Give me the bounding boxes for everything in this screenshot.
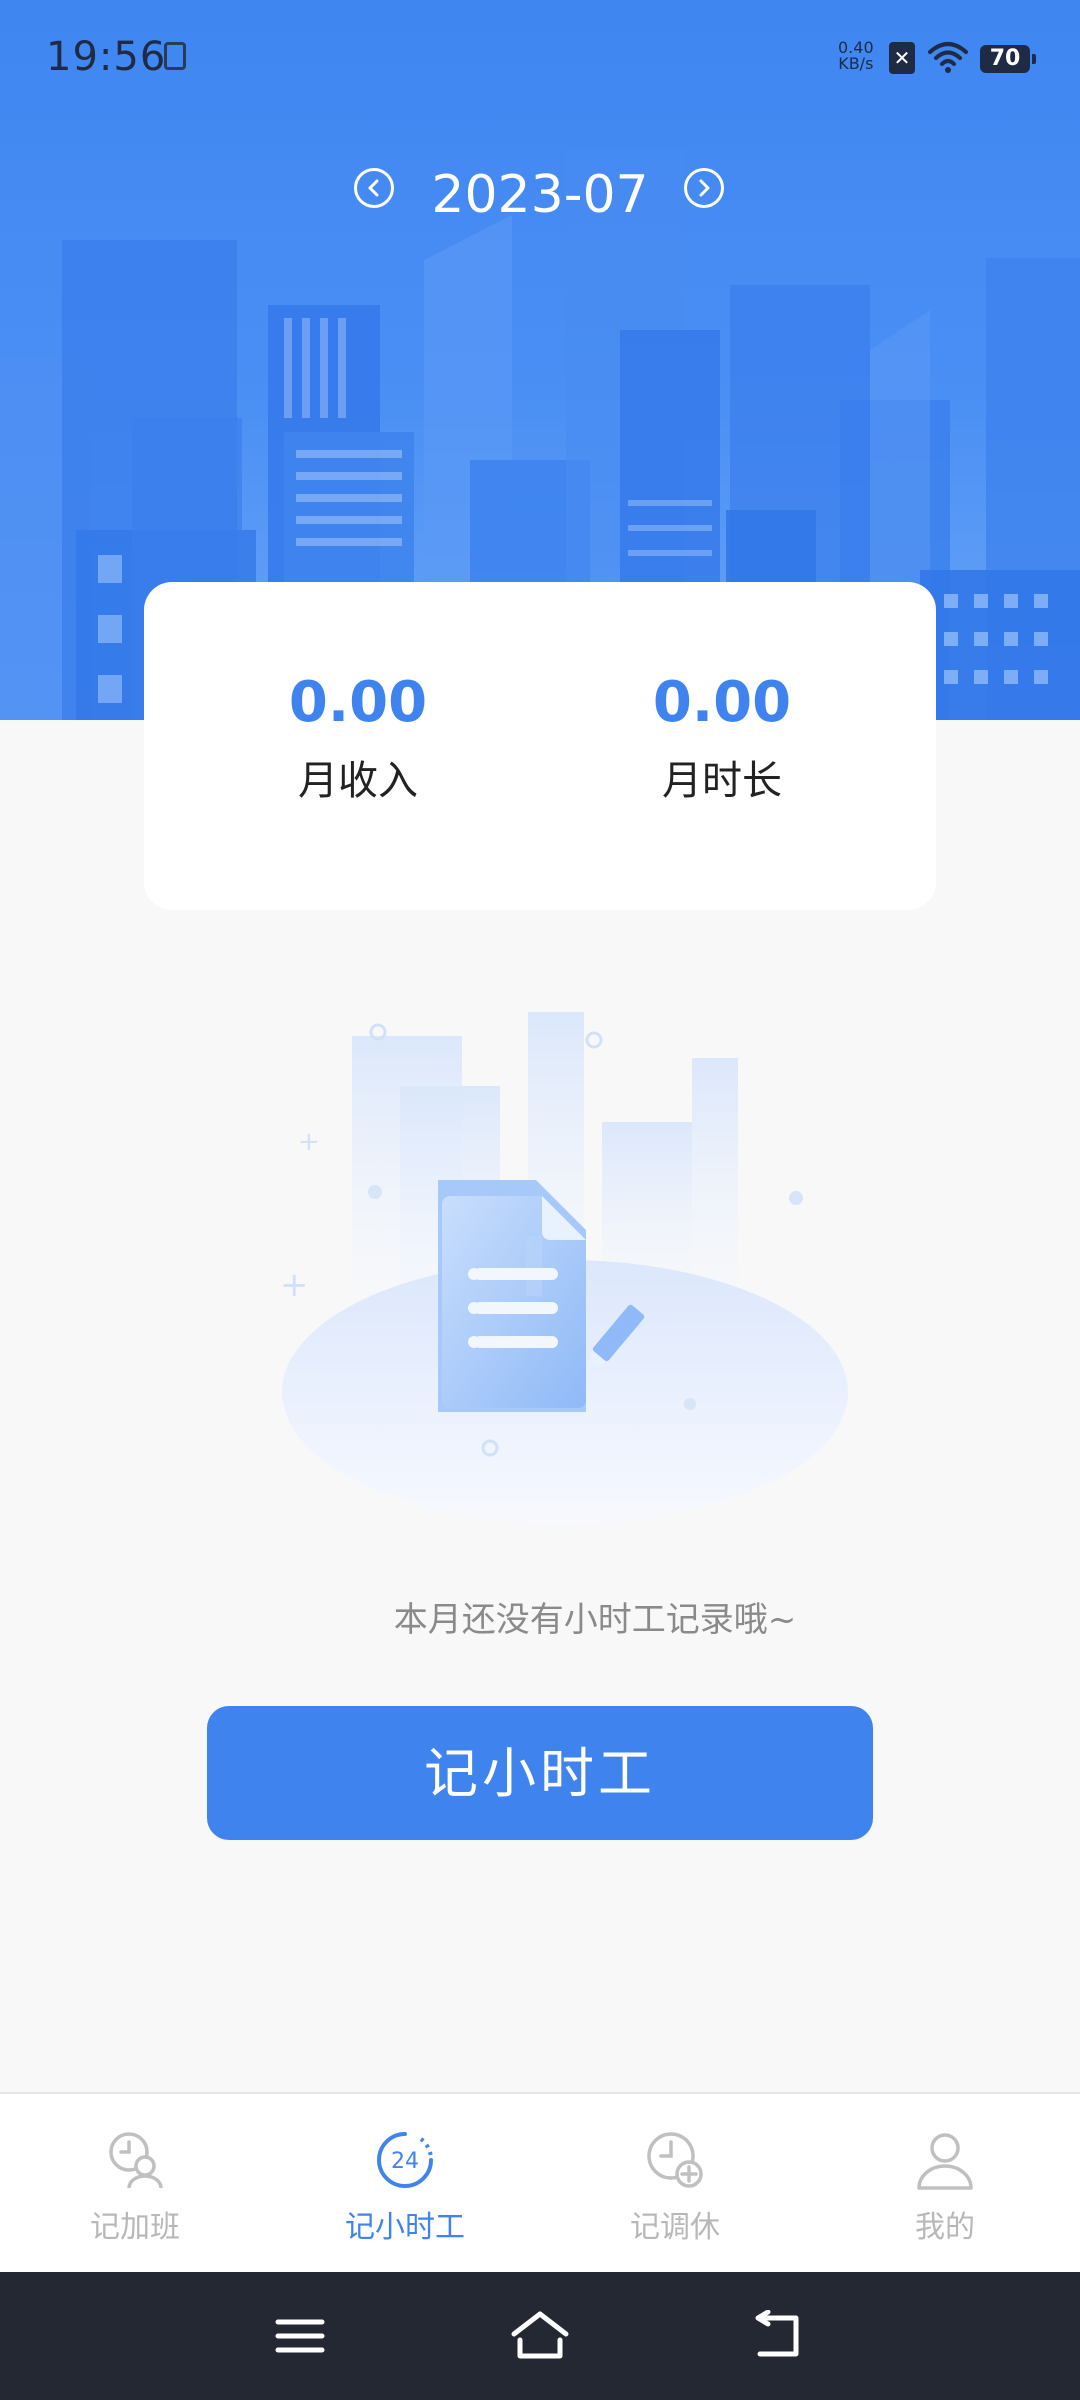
record-hourly-work-button[interactable]: 记小时工 (207, 1706, 873, 1840)
person-icon (917, 2133, 973, 2190)
next-month-button[interactable] (684, 168, 724, 208)
chevron-left-icon (368, 179, 379, 197)
clock-person-icon (109, 2132, 163, 2189)
24-hour-icon: 24 (377, 2132, 434, 2188)
tab-profile-label: 我的 (915, 2210, 975, 2245)
monthly-summary-card: 0.00 月收入 0.00 月时长 (144, 582, 936, 910)
network-speed-unit: KB/s (838, 54, 874, 73)
menu-icon[interactable] (270, 2310, 330, 2362)
tab-hourly-work[interactable]: 24 记小时工 (270, 2094, 540, 2274)
sim-card-icon (164, 42, 186, 70)
tab-overtime-label: 记加班 (90, 2210, 180, 2245)
24-hour-badge: 24 (391, 2149, 419, 2174)
status-bar: 19:56 0.40 KB/s ✕ 70 (0, 0, 1080, 115)
tab-overtime[interactable]: 记加班 (0, 2094, 270, 2274)
tab-time-off[interactable]: 记调休 (540, 2094, 810, 2274)
home-icon[interactable] (510, 2310, 570, 2362)
hours-value: 0.00 (652, 670, 792, 735)
empty-state-message: 本月还没有小时工记录哦~ (393, 1600, 797, 1640)
x-badge-icon: ✕ (889, 42, 915, 74)
bottom-tab-bar: 记加班 24 记小时工 记调休 我的 (0, 2092, 1080, 2274)
system-navigation-bar (0, 2272, 1080, 2400)
svg-text:+: + (298, 1127, 320, 1157)
month-navigator: 2023-07 (0, 160, 1080, 230)
tab-profile[interactable]: 我的 (810, 2094, 1080, 2274)
back-icon[interactable] (750, 2310, 810, 2362)
tab-time-off-label: 记调休 (630, 2210, 720, 2245)
battery-indicator: 70 (980, 45, 1036, 73)
wifi-icon (928, 42, 968, 73)
empty-document-icon: + + (280, 1012, 848, 1524)
network-speed: 0.40 KB/s (838, 40, 874, 72)
current-month[interactable]: 2023-07 (420, 160, 660, 230)
income-label: 月收入 (298, 758, 418, 804)
hours-stat: 0.00 月时长 (572, 670, 872, 806)
tab-hourly-work-label: 记小时工 (345, 2210, 465, 2245)
chevron-right-icon (699, 179, 710, 197)
prev-month-button[interactable] (354, 168, 394, 208)
status-time: 19:56 (46, 34, 167, 80)
svg-text:+: + (280, 1265, 309, 1305)
income-stat: 0.00 月收入 (208, 670, 508, 806)
income-value: 0.00 (288, 670, 428, 735)
clock-plus-icon (647, 2132, 703, 2188)
hours-label: 月时长 (662, 758, 782, 804)
